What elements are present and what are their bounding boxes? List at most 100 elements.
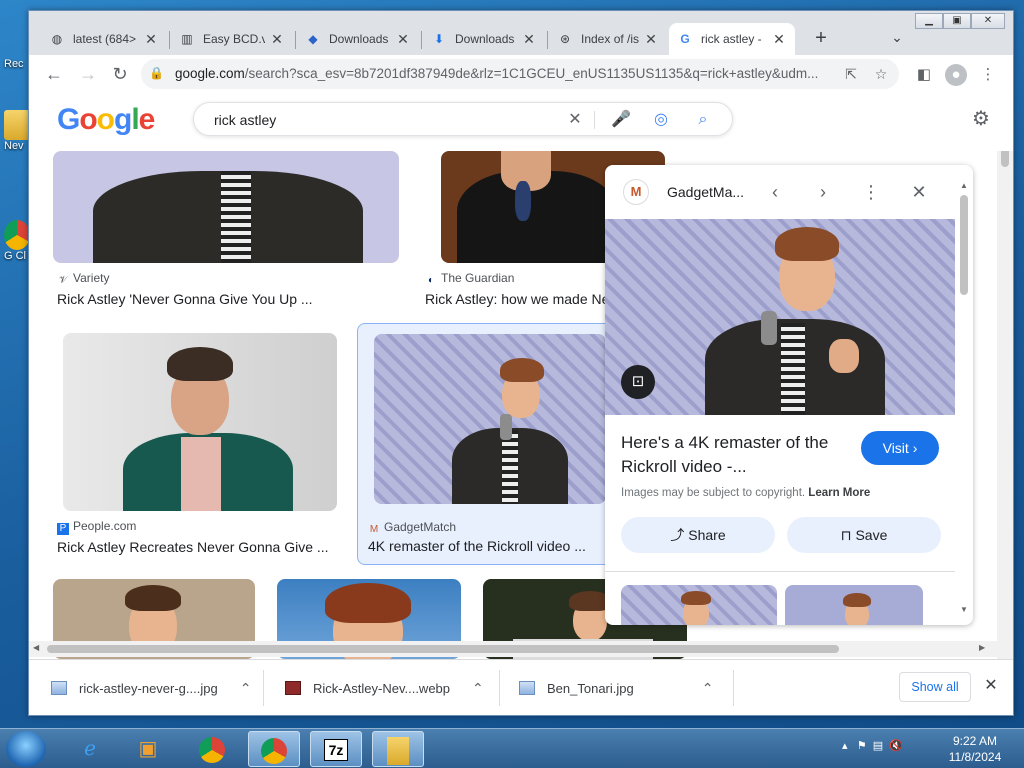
browser-window: ◍ latest (684> ✕ ▥ Easy BCD.v ✕ ◆ Downlo…	[28, 10, 1014, 716]
panel-scrollbar[interactable]: ▲ ▼	[959, 181, 969, 621]
image-preview-panel: M GadgetMa... ‹ › ⋮ ✕ ⊡ Here's a 4K rema…	[605, 165, 973, 625]
lock-icon[interactable]: 🔒	[149, 66, 165, 82]
chrome-active-icon[interactable]	[248, 731, 300, 767]
share-page-icon[interactable]: ⇱	[841, 64, 861, 84]
search-icon[interactable]: ⌕	[692, 109, 714, 131]
chevron-up-icon[interactable]: ⌃	[702, 680, 714, 697]
internet-explorer-icon[interactable]: ℯ	[64, 731, 116, 767]
tab-latest[interactable]: ◍ latest (684> ✕	[41, 23, 167, 55]
reload-icon[interactable]: ↻	[107, 61, 133, 87]
result-caption[interactable]: Rick Astley 'Never Gonna Give You Up ...	[57, 291, 357, 307]
maximize-button[interactable]: ▣	[943, 13, 971, 29]
tab-easy-bcd[interactable]: ▥ Easy BCD.v ✕	[171, 23, 293, 55]
download-filename: Rick-Astley-Nev....webp	[313, 680, 451, 696]
action-center-flag-icon[interactable]: ⚑	[857, 740, 867, 752]
search-input[interactable]: rick astley	[214, 112, 276, 128]
result-image[interactable]	[63, 333, 337, 511]
index-icon: ⊛	[559, 32, 571, 46]
related-image[interactable]	[621, 585, 777, 625]
google-logo[interactable]: Google	[57, 103, 155, 137]
page-vertical-scrollbar[interactable]: ▼	[997, 139, 1013, 659]
webp-file-icon	[285, 681, 301, 695]
chevron-up-icon[interactable]: ⌃	[240, 680, 252, 697]
tab-close-icon[interactable]: ✕	[643, 31, 659, 48]
tab-close-icon[interactable]: ✕	[521, 31, 537, 48]
tab-downloads-site[interactable]: ◆ Downloads ✕	[297, 23, 419, 55]
show-hidden-icons-icon[interactable]: ▴	[842, 740, 848, 752]
result-image[interactable]	[374, 334, 606, 504]
network-icon[interactable]: ▤	[873, 740, 883, 752]
browser-toolbar: ← → ↻ 🔒 google.com/search?sca_esv=8b7201…	[29, 55, 1013, 93]
selected-result-card[interactable]: M GadgetMatch 4K remaster of the Rickroll…	[357, 323, 621, 565]
start-button[interactable]	[6, 731, 46, 767]
previous-icon[interactable]: ‹	[763, 180, 787, 204]
chrome-icon[interactable]	[186, 731, 238, 767]
close-panel-icon[interactable]: ✕	[907, 180, 931, 204]
next-icon[interactable]: ›	[811, 180, 835, 204]
profile-avatar-icon[interactable]: ●	[945, 64, 967, 86]
forward-icon[interactable]: →	[75, 61, 101, 87]
new-tab-button[interactable]: +	[807, 25, 835, 53]
desktop-icon-label: Rec	[4, 58, 24, 70]
related-image[interactable]	[785, 585, 923, 625]
panel-site-name[interactable]: GadgetMa...	[667, 184, 744, 200]
download-item[interactable]: Rick-Astley-Nev....webp ⌃	[285, 674, 484, 702]
visit-button[interactable]: Visit ›	[861, 431, 939, 465]
url-text: google.com/search?sca_esv=8b7201df387949…	[175, 66, 819, 81]
clock-time: 9:22 AM	[952, 734, 998, 748]
archive-icon: ▥	[181, 32, 193, 46]
lens-icon[interactable]: ◎	[650, 109, 672, 131]
side-panel-icon[interactable]: ◧	[913, 64, 935, 86]
tab-close-icon[interactable]: ✕	[143, 31, 159, 48]
clock[interactable]: 9:22 AM 11/8/2024	[940, 733, 1010, 765]
bookmark-icon: ⊓	[840, 527, 852, 543]
address-bar[interactable]: 🔒 google.com/search?sca_esv=8b7201df3879…	[141, 59, 899, 89]
bookmark-star-icon[interactable]: ☆	[871, 64, 891, 84]
clear-search-icon[interactable]: ✕	[564, 109, 586, 131]
search-box[interactable]: rick astley ✕ 🎤 ◎ ⌕	[193, 102, 733, 136]
result-source[interactable]: 𝒱 Variety	[57, 271, 110, 287]
minimize-button[interactable]: ▁	[915, 13, 943, 29]
tab-close-icon[interactable]: ✕	[269, 31, 285, 48]
show-all-downloads-button[interactable]: Show all	[899, 672, 971, 702]
result-caption[interactable]: Rick Astley Recreates Never Gonna Give .…	[57, 539, 357, 555]
preview-image[interactable]	[605, 219, 955, 415]
share-button[interactable]: ⤴ Share	[621, 517, 775, 553]
back-icon[interactable]: ←	[41, 61, 67, 87]
result-caption[interactable]: 4K remaster of the Rickroll video ...	[368, 538, 608, 554]
tab-rick-astley[interactable]: G rick astley - ✕	[669, 23, 795, 55]
tab-index-of[interactable]: ⊛ Index of /is ✕	[549, 23, 667, 55]
page-horizontal-scrollbar[interactable]: ◀ ▶	[29, 641, 1013, 657]
tab-downloads[interactable]: ⬇ Downloads ✕	[423, 23, 545, 55]
microphone-icon[interactable]: 🎤	[610, 109, 632, 131]
7zip-icon[interactable]: 7z	[310, 731, 362, 767]
result-caption[interactable]: Rick Astley: how we made Ne	[425, 291, 605, 307]
tab-title: Easy BCD.v	[203, 32, 265, 46]
media-player-icon[interactable]: ▣	[122, 731, 174, 767]
result-source[interactable]: P People.com	[57, 519, 136, 535]
more-options-icon[interactable]: ⋮	[859, 180, 883, 204]
chevron-up-icon[interactable]: ⌃	[472, 680, 484, 697]
tab-close-icon[interactable]: ✕	[395, 31, 411, 48]
download-item[interactable]: rick-astley-never-g....jpg ⌃	[51, 674, 251, 702]
download-item[interactable]: Ben_Tonari.jpg ⌃	[519, 674, 713, 702]
settings-gear-icon[interactable]: ⚙	[969, 107, 993, 131]
lens-search-icon[interactable]: ⊡	[621, 365, 655, 399]
system-tray: ▴ ⚑ ▤ 🔇	[842, 739, 903, 752]
learn-more-link[interactable]: Learn More	[808, 487, 870, 499]
menu-kebab-icon[interactable]: ⋮	[977, 64, 999, 86]
save-button[interactable]: ⊓ Save	[787, 517, 941, 553]
volume-muted-icon[interactable]: 🔇	[889, 740, 903, 752]
tab-search-icon[interactable]: ⌄	[885, 25, 909, 49]
result-source[interactable]: M GadgetMatch	[368, 520, 456, 536]
result-source[interactable]: ◐ The Guardian	[425, 271, 514, 287]
result-image[interactable]	[53, 151, 399, 263]
clock-date: 11/8/2024	[948, 750, 1002, 764]
file-explorer-icon[interactable]	[372, 731, 424, 767]
downloads-bar: rick-astley-never-g....jpg ⌃ Rick-Astley…	[29, 659, 1013, 715]
close-window-button[interactable]: ✕	[971, 13, 1005, 29]
close-downloads-bar-icon[interactable]: ✕	[981, 676, 1001, 696]
preview-title[interactable]: Here's a 4K remaster of the Rickroll vid…	[621, 431, 861, 479]
tab-close-icon[interactable]: ✕	[771, 31, 787, 48]
download-arrow-icon: ⬇	[433, 32, 445, 46]
